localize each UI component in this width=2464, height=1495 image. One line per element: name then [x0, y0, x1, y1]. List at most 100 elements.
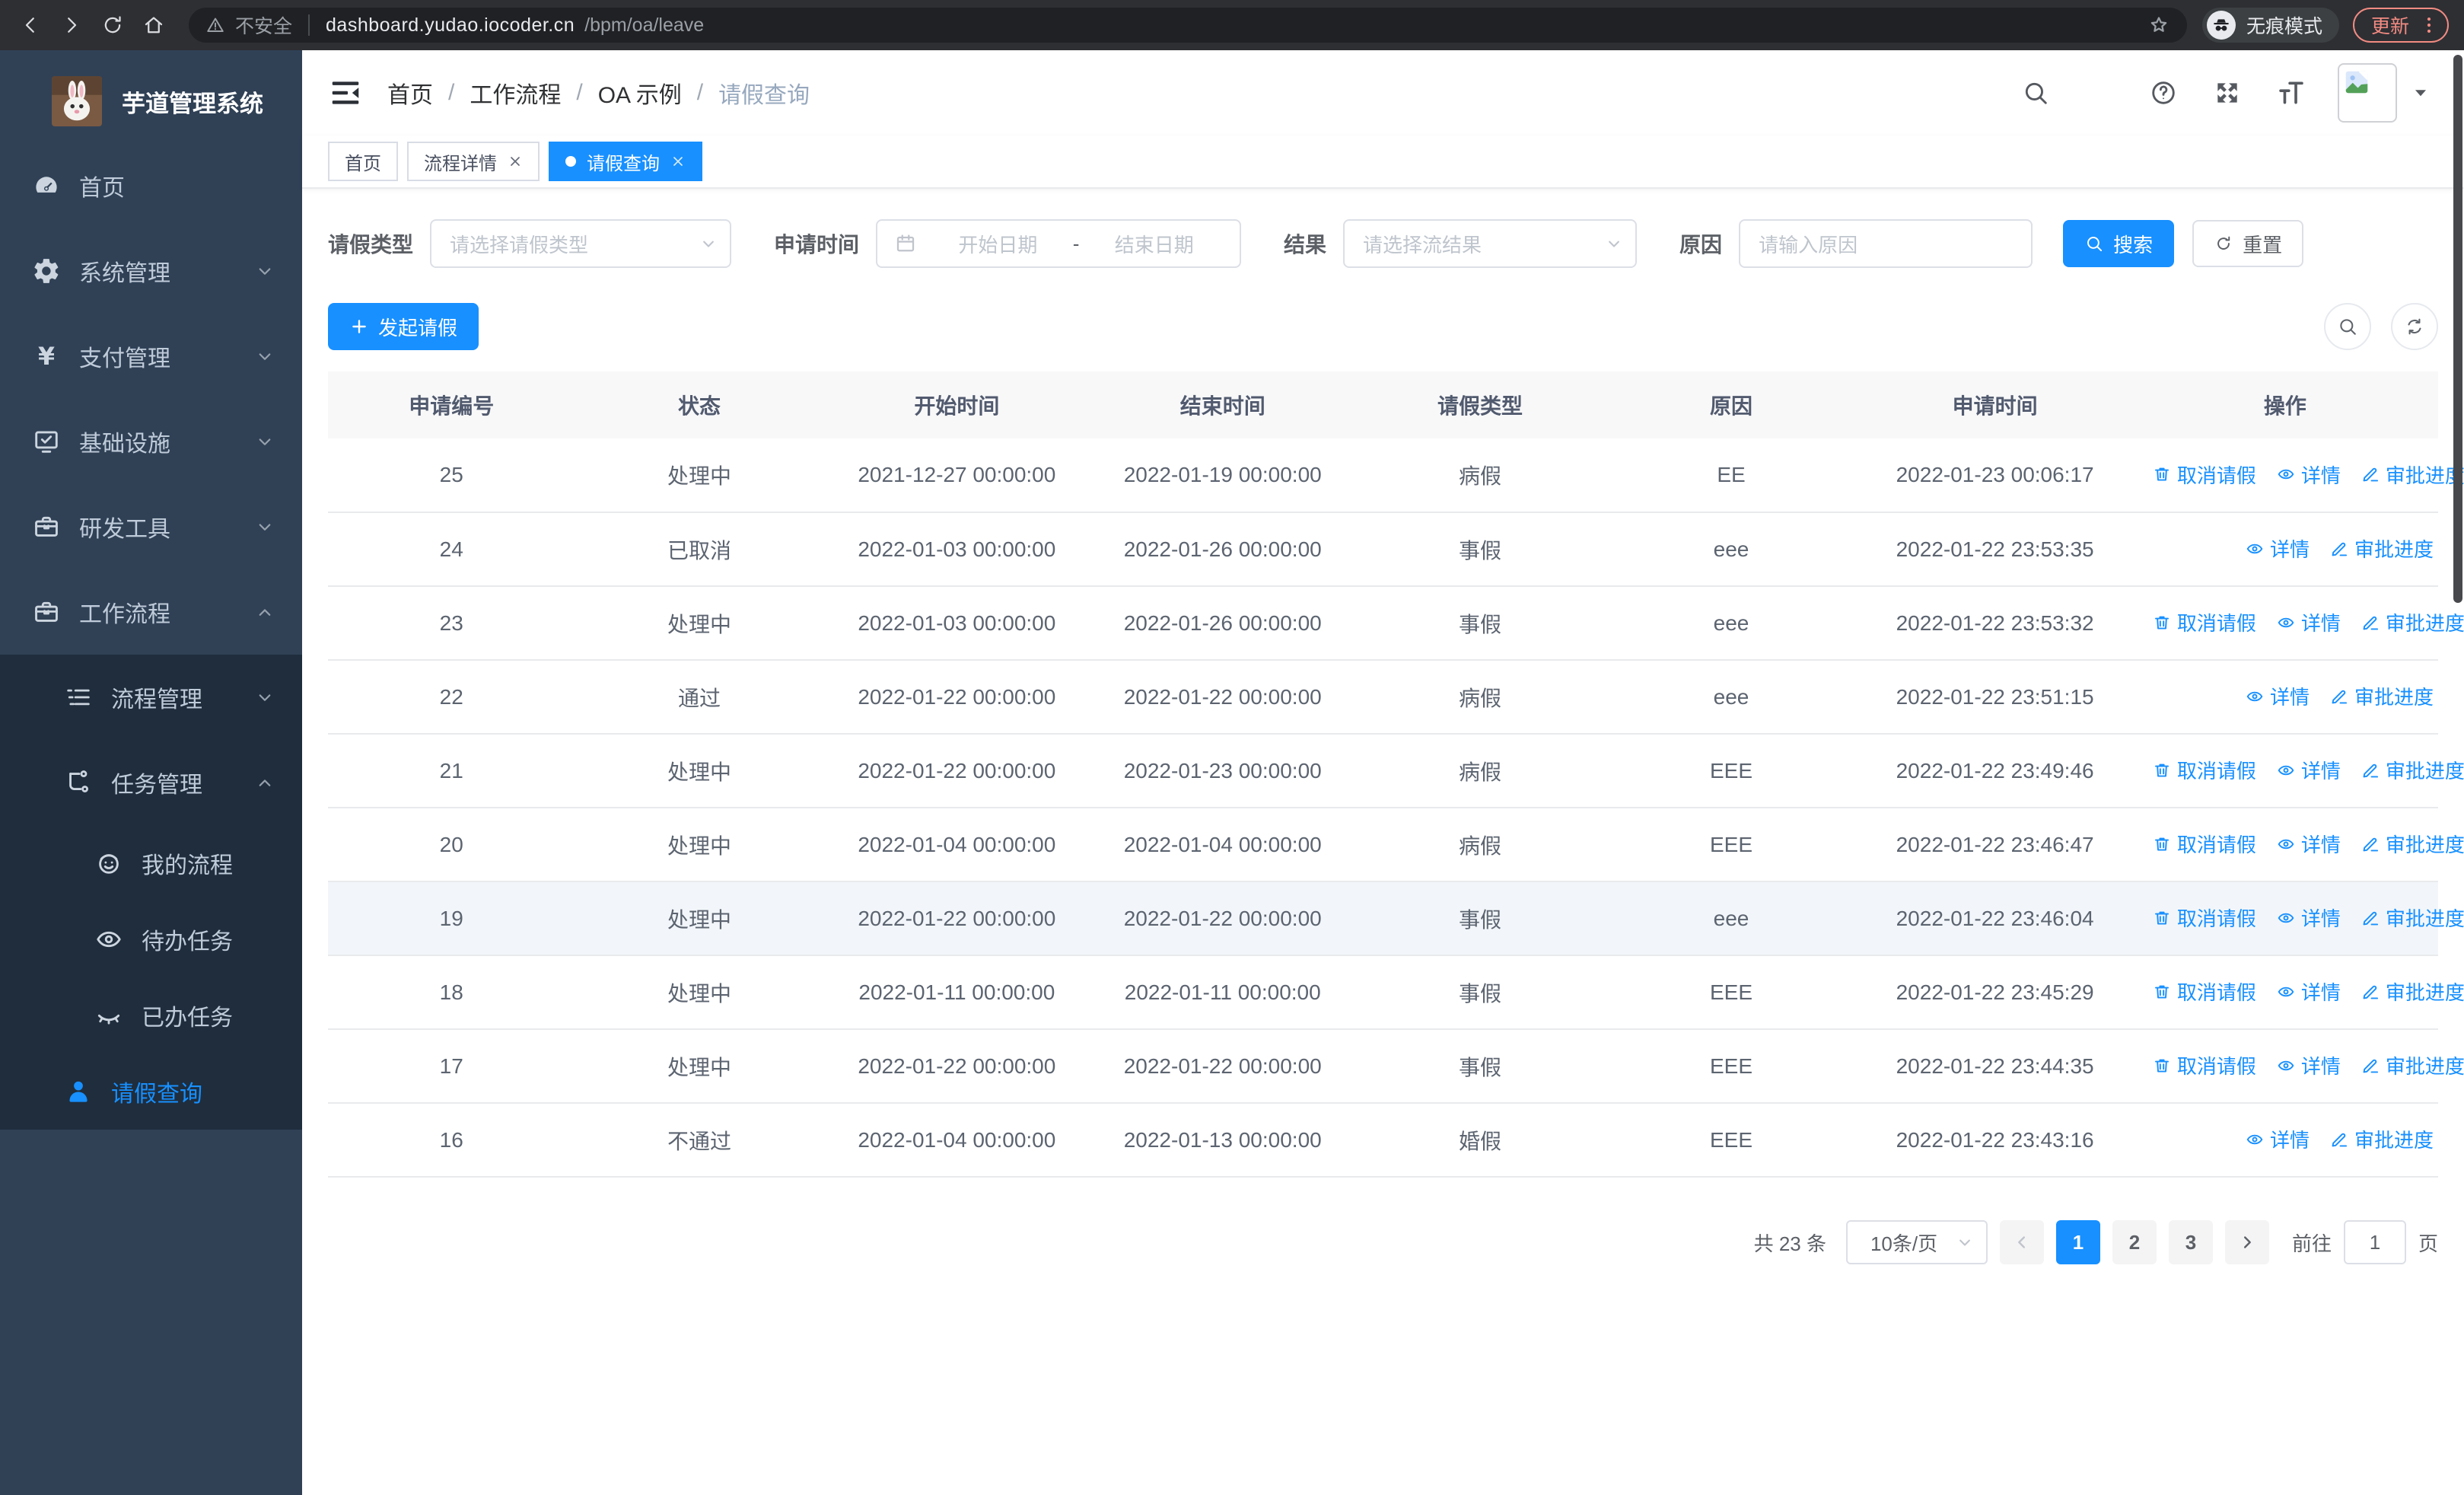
- leave-type-select[interactable]: 请选择请假类型: [430, 219, 732, 268]
- page-button-1[interactable]: 1: [2055, 1220, 2100, 1264]
- sidebar-item-首页[interactable]: 首页: [0, 143, 302, 228]
- sidebar-item-系统管理[interactable]: 系统管理: [0, 228, 302, 314]
- cell-start: 2022-01-04 00:00:00: [823, 808, 1090, 882]
- action-cancel-link[interactable]: 取消请假: [2152, 608, 2256, 636]
- sidebar-item-基础设施[interactable]: 基础设施: [0, 399, 302, 484]
- cell-applied: 2022-01-22 23:46:04: [1858, 881, 2132, 956]
- bookmark-star-icon[interactable]: [2147, 14, 2170, 37]
- action-progress-link[interactable]: 审批进度: [2361, 904, 2464, 932]
- sidebar-logo-row[interactable]: 芋道管理系统: [0, 59, 302, 143]
- cell-actions: 取消请假 详情 审批进度: [2131, 1029, 2464, 1104]
- page-button-2[interactable]: 2: [2112, 1220, 2157, 1264]
- leave-table: 申请编号 状态 开始时间 结束时间 请假类型 原因 申请时间 操作 25 处理中 2021-12-…: [328, 371, 2464, 1178]
- create-leave-button[interactable]: 发起请假: [328, 303, 479, 350]
- back-icon[interactable]: [15, 10, 46, 40]
- action-detail-link[interactable]: 详情: [2245, 682, 2310, 710]
- action-cancel-link[interactable]: 取消请假: [2152, 904, 2256, 932]
- reload-icon[interactable]: [97, 10, 128, 40]
- breadcrumb-item[interactable]: OA 示例: [598, 76, 682, 110]
- cell-type: 事假: [1355, 586, 1605, 661]
- reset-button[interactable]: 重置: [2192, 220, 2304, 267]
- table-tools: [2324, 303, 2438, 350]
- table-toolbar: 发起请假: [328, 303, 2438, 350]
- browser-update-button[interactable]: 更新: [2352, 8, 2449, 43]
- action-progress-link[interactable]: 审批进度: [2361, 830, 2464, 858]
- action-progress-link[interactable]: 审批进度: [2361, 461, 2464, 489]
- breadcrumb-item[interactable]: 首页: [387, 76, 433, 110]
- action-label: 审批进度: [2385, 760, 2464, 783]
- prev-page-button[interactable]: [1999, 1220, 2044, 1264]
- action-cancel-link[interactable]: 取消请假: [2152, 1051, 2256, 1079]
- action-cancel-link[interactable]: 取消请假: [2152, 756, 2256, 784]
- delete-icon: [2152, 760, 2172, 780]
- home-icon[interactable]: [138, 10, 169, 40]
- action-detail-link[interactable]: 详情: [2276, 461, 2341, 489]
- cell-reason: EEE: [1604, 1103, 1858, 1178]
- result-select[interactable]: 请选择流结果: [1343, 219, 1638, 268]
- sidebar-item-流程管理[interactable]: 流程管理: [0, 655, 302, 740]
- sidebar-item-label: 支付管理: [79, 346, 170, 371]
- calendar-icon: [894, 232, 917, 255]
- sidebar-item-已办任务[interactable]: 已办任务: [0, 977, 302, 1054]
- action-detail-link[interactable]: 详情: [2245, 534, 2310, 563]
- user-menu[interactable]: [2338, 63, 2431, 123]
- sidebar-item-label: 流程管理: [111, 687, 202, 712]
- edit-icon: [2361, 834, 2380, 854]
- reason-input[interactable]: 请输入原因: [1739, 219, 2033, 268]
- delete-icon: [2152, 834, 2172, 854]
- next-page-button[interactable]: [2224, 1220, 2269, 1264]
- action-progress-link[interactable]: 审批进度: [2361, 756, 2464, 784]
- cell-end: 2022-01-26 00:00:00: [1090, 512, 1356, 587]
- cell-start: 2022-01-22 00:00:00: [823, 660, 1090, 735]
- action-detail-link[interactable]: 详情: [2276, 756, 2341, 784]
- cell-actions: 取消请假 详情 审批进度: [2131, 734, 2464, 808]
- page-button-3[interactable]: 3: [2168, 1220, 2213, 1264]
- sidebar-item-支付管理[interactable]: ¥ 支付管理: [0, 314, 302, 399]
- search-button[interactable]: 搜索: [2063, 220, 2175, 267]
- action-progress-link[interactable]: 审批进度: [2329, 682, 2434, 710]
- show-search-button[interactable]: [2324, 303, 2371, 350]
- cell-status: 处理中: [575, 955, 824, 1030]
- action-detail-link[interactable]: 详情: [2276, 608, 2341, 636]
- action-detail-link[interactable]: 详情: [2276, 830, 2341, 858]
- address-bar[interactable]: 不安全 dashboard.yudao.iocoder.cn/bpm/oa/le…: [189, 8, 2187, 43]
- action-progress-link[interactable]: 审批进度: [2329, 534, 2434, 563]
- action-progress-link[interactable]: 审批进度: [2361, 608, 2464, 636]
- action-detail-link[interactable]: 详情: [2276, 1051, 2341, 1079]
- leave-type-label: 请假类型: [328, 233, 414, 257]
- tab-流程详情[interactable]: 流程详情: [407, 142, 540, 181]
- scrollbar-thumb[interactable]: [2453, 55, 2462, 603]
- refresh-table-button[interactable]: [2391, 303, 2438, 350]
- page-size-select[interactable]: 10条/页: [1845, 1220, 1988, 1264]
- apply-time-range-picker[interactable]: 开始日期 - 结束日期: [876, 219, 1242, 268]
- sidebar-item-请假查询[interactable]: 请假查询: [0, 1054, 302, 1130]
- breadcrumb-item[interactable]: 工作流程: [470, 76, 561, 110]
- sidebar-item-任务管理[interactable]: 任务管理: [0, 740, 302, 825]
- edit-icon: [2329, 687, 2349, 706]
- action-label: 审批进度: [2385, 464, 2464, 487]
- sidebar-item-待办任务[interactable]: 待办任务: [0, 901, 302, 977]
- refresh-icon: [2214, 234, 2233, 253]
- cell-status: 处理中: [575, 881, 824, 956]
- tab-请假查询[interactable]: 请假查询: [549, 142, 702, 181]
- sidebar-item-研发工具[interactable]: 研发工具: [0, 484, 302, 569]
- sidebar: 芋道管理系统 首页 系统管理 ¥ 支付管理 基础设施 研发工具 工作流程流程管理任务管理 我的…: [0, 50, 302, 1495]
- action-detail-link[interactable]: 详情: [2276, 977, 2341, 1006]
- tab-首页[interactable]: 首页: [328, 142, 398, 181]
- action-label: 取消请假: [2176, 612, 2256, 636]
- action-cancel-link[interactable]: 取消请假: [2152, 977, 2256, 1006]
- action-progress-link[interactable]: 审批进度: [2329, 1125, 2434, 1153]
- main-area: 首页 / 工作流程 / OA 示例 / 请假查询 首页 流程详情 请假查询 请假类型 请选择请假…: [302, 50, 2464, 1495]
- cell-actions: 详情 审批进度: [2131, 660, 2438, 735]
- action-detail-link[interactable]: 详情: [2276, 904, 2341, 932]
- action-cancel-link[interactable]: 取消请假: [2152, 461, 2256, 489]
- action-progress-link[interactable]: 审批进度: [2361, 977, 2464, 1006]
- hamburger-icon[interactable]: [328, 75, 363, 110]
- goto-page-input[interactable]: [2343, 1220, 2406, 1264]
- sidebar-item-我的流程[interactable]: 我的流程: [0, 825, 302, 901]
- sidebar-item-工作流程[interactable]: 工作流程: [0, 569, 302, 655]
- action-cancel-link[interactable]: 取消请假: [2152, 830, 2256, 858]
- action-detail-link[interactable]: 详情: [2245, 1125, 2310, 1153]
- action-progress-link[interactable]: 审批进度: [2361, 1051, 2464, 1079]
- forward-icon[interactable]: [56, 10, 87, 40]
